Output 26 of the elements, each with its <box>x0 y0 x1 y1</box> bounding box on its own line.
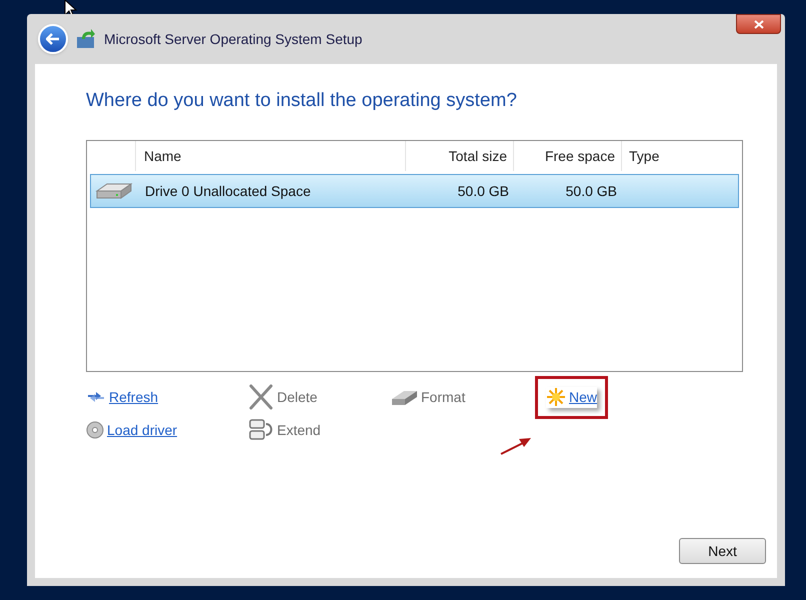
drive-row[interactable]: Drive 0 Unallocated Space 50.0 GB 50.0 GB <box>90 174 739 208</box>
table-cell-text: 50.0 GB <box>456 182 510 200</box>
setup-icon <box>76 29 96 49</box>
drives-icon <box>248 418 274 442</box>
disc-icon <box>86 421 104 439</box>
column-header[interactable]: Free space <box>514 141 622 171</box>
close-icon <box>754 20 764 28</box>
hard-drive-icon <box>95 181 133 201</box>
column-header[interactable]: Total size <box>406 141 514 171</box>
close-button[interactable] <box>736 14 781 34</box>
sparkle-icon <box>546 387 566 407</box>
back-arrow-icon <box>46 33 60 45</box>
refresh-link[interactable]: Refresh <box>86 386 158 408</box>
load-link[interactable]: Load driver <box>86 420 178 440</box>
pointer-arrow <box>499 436 533 456</box>
new-link[interactable]: New <box>546 386 598 408</box>
table-cell-text: Drive 0 Unallocated Space <box>144 182 312 201</box>
next-button[interactable]: Next <box>679 538 766 564</box>
window-title: Microsoft Server Operating System Setup <box>104 30 362 49</box>
column-header[interactable]: Name <box>136 141 406 171</box>
page-heading: Where do you want to install the operating system? <box>86 89 518 113</box>
refresh-arrows-icon <box>86 389 106 405</box>
x-cross-icon <box>248 384 274 410</box>
table-cell-text: 50.0 GB <box>564 182 618 200</box>
column-header[interactable]: Type <box>622 141 739 171</box>
back-button[interactable] <box>38 24 68 54</box>
